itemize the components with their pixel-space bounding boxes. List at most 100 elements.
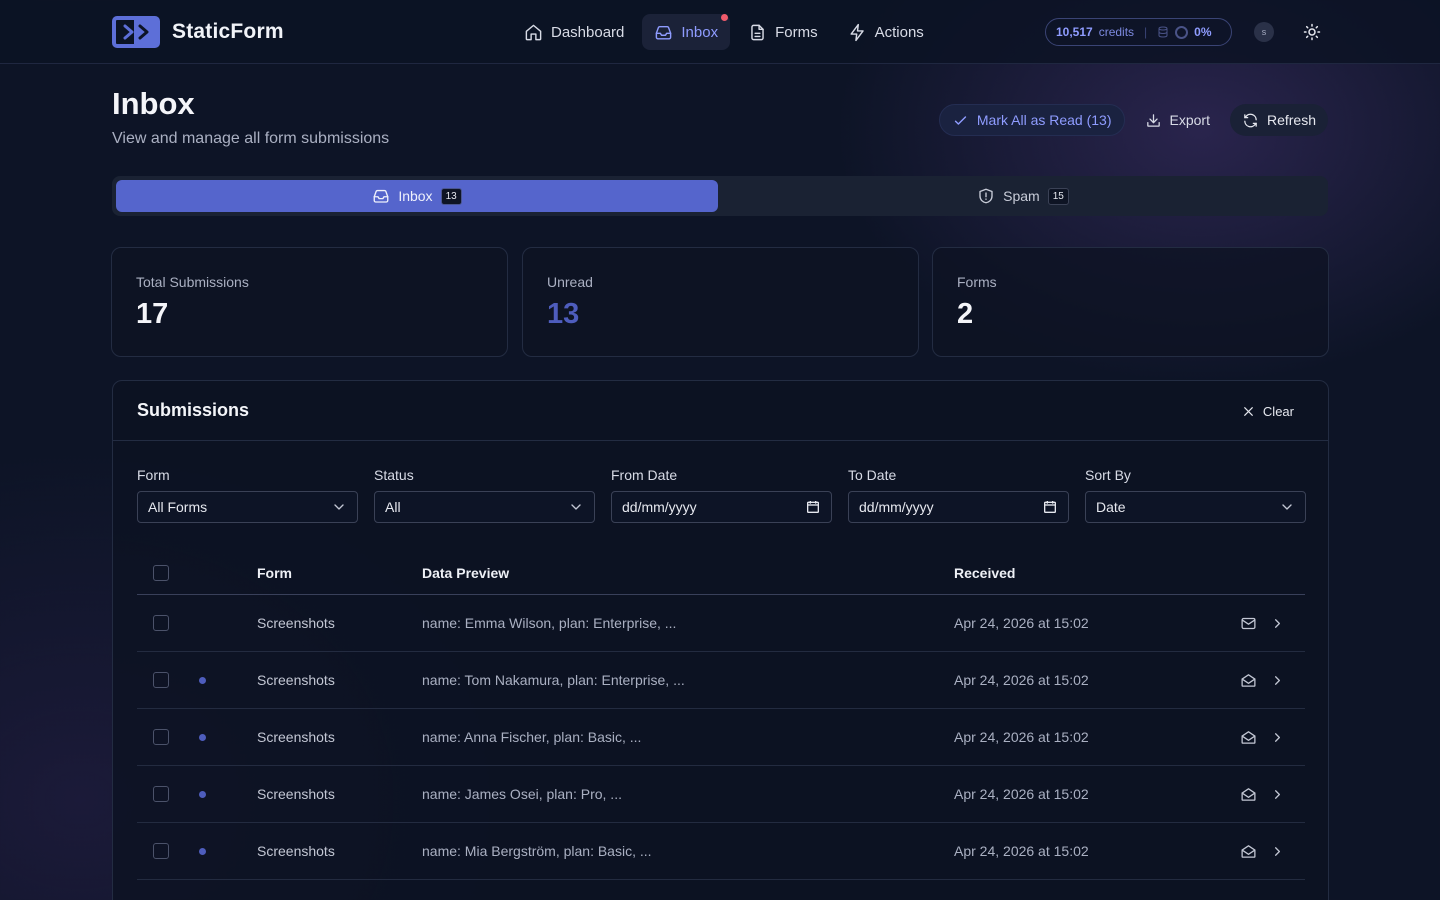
nav-item-actions[interactable]: Actions (836, 14, 936, 50)
clear-filters-button[interactable]: Clear (1232, 399, 1304, 423)
row-form-name: Screenshots (257, 843, 335, 859)
row-select-cell (153, 766, 169, 822)
theme-toggle-button[interactable] (1301, 21, 1323, 43)
row-received-date: Apr 24, 2026 at 15:02 (954, 615, 1089, 631)
mark-all-read-button[interactable]: Mark All as Read (13) (938, 104, 1125, 136)
table-row[interactable]: Screenshots name: Emma Wilson, plan: Ent… (137, 595, 1305, 652)
user-avatar[interactable]: s (1254, 22, 1274, 42)
row-checkbox[interactable] (153, 786, 169, 802)
table-row[interactable] (137, 880, 1305, 900)
submissions-panel: Submissions Clear Form All Forms Status … (112, 380, 1329, 900)
row-read-status[interactable] (1240, 823, 1257, 879)
tab-spam-count: 15 (1047, 187, 1069, 205)
database-icon (1158, 26, 1168, 38)
nav-item-label: Inbox (681, 23, 719, 41)
row-open[interactable] (1270, 595, 1285, 651)
filter-form-label: Form (137, 467, 170, 483)
table-row[interactable]: Screenshots name: Mia Bergström, plan: B… (137, 823, 1305, 880)
table-row[interactable]: Screenshots name: Tom Nakamura, plan: En… (137, 652, 1305, 709)
sun-icon (1303, 23, 1321, 41)
table-row[interactable]: Screenshots name: Anna Fischer, plan: Ba… (137, 709, 1305, 766)
column-header-form[interactable]: Form (257, 551, 292, 594)
row-open[interactable] (1270, 766, 1285, 822)
submissions-table: Form Data Preview Received Screenshots n… (137, 551, 1305, 900)
column-header-received[interactable]: Received (954, 551, 1015, 594)
chevron-down-icon (334, 504, 344, 510)
table-row[interactable]: Screenshots name: James Osei, plan: Pro,… (137, 766, 1305, 823)
row-checkbox[interactable] (153, 843, 169, 859)
filter-from-date-label: From Date (611, 467, 678, 483)
row-open[interactable] (1270, 823, 1285, 879)
row-checkbox[interactable] (153, 729, 169, 745)
row-select-cell (153, 880, 169, 900)
calendar-icon[interactable] (805, 499, 821, 515)
stat-value: 2 (957, 298, 974, 330)
to-date-input[interactable]: dd/mm/yyyy (848, 491, 1069, 523)
page-title: Inbox (112, 86, 195, 121)
refresh-button[interactable]: Refresh (1229, 104, 1328, 136)
row-form-name: Screenshots (257, 786, 335, 802)
clear-label: Clear (1262, 403, 1294, 419)
row-open[interactable] (1270, 709, 1285, 765)
select-all-checkbox[interactable] (153, 564, 169, 581)
row-open[interactable] (1270, 652, 1285, 708)
status-select[interactable]: All (374, 491, 595, 523)
stat-value: 17 (136, 298, 169, 330)
row-checkbox[interactable] (153, 672, 169, 688)
chevron-right-icon (1275, 846, 1280, 856)
row-read-status[interactable] (1240, 595, 1257, 651)
export-button[interactable]: Export (1133, 104, 1222, 136)
from-date-input[interactable]: dd/mm/yyyy (611, 491, 832, 523)
table-header-row: Form Data Preview Received (137, 551, 1305, 595)
form-select-value: All Forms (148, 499, 208, 515)
nav-item-inbox[interactable]: Inbox (642, 14, 731, 50)
submissions-title: Submissions (137, 400, 250, 420)
credits-separator: | (1144, 25, 1148, 39)
credits-pill[interactable]: 10,517 credits | 0% (1045, 18, 1232, 46)
staticform-logo-icon (112, 16, 160, 48)
chevron-right-icon (1275, 675, 1280, 685)
unread-dot (199, 790, 206, 798)
unread-indicator (199, 766, 206, 822)
main-nav: Dashboard Inbox Forms Actions (512, 14, 936, 50)
usage-ring-icon (1175, 25, 1189, 39)
nav-item-dashboard[interactable]: Dashboard (512, 14, 636, 50)
row-data-preview: name: Tom Nakamura, plan: Enterprise, ..… (422, 672, 685, 688)
download-icon (1146, 113, 1160, 127)
nav-item-label: Forms (775, 23, 818, 41)
stat-card-total-submissions: Total Submissions 17 (111, 247, 508, 357)
header-actions: Mark All as Read (13) Export Refresh (938, 104, 1328, 136)
chevron-right-icon (1275, 789, 1280, 799)
calendar-icon[interactable] (1042, 499, 1058, 515)
status-select-value: All (385, 499, 401, 515)
check-icon (954, 115, 967, 125)
credits-label: credits (1098, 25, 1135, 39)
row-read-status[interactable] (1240, 652, 1257, 708)
row-read-status[interactable] (1240, 766, 1257, 822)
inbox-icon (373, 189, 389, 203)
tab-spam[interactable]: Spam 15 (722, 180, 1324, 212)
row-received-date: Apr 24, 2026 at 15:02 (954, 672, 1089, 688)
tab-spam-label: Spam (1003, 188, 1040, 204)
brand[interactable]: StaticForm (112, 16, 284, 48)
to-date-value: dd/mm/yyyy (859, 499, 934, 515)
mail-closed-icon (1241, 617, 1256, 629)
credits-amount: 10,517 (1056, 25, 1093, 39)
unread-dot (199, 676, 206, 684)
filter-sort-by: Sort By Date (1085, 467, 1306, 523)
row-received-date: Apr 24, 2026 at 15:02 (954, 729, 1089, 745)
row-checkbox[interactable] (153, 615, 169, 631)
stat-label: Forms (957, 274, 997, 290)
row-data-preview: name: Mia Bergström, plan: Basic, ... (422, 843, 652, 859)
column-header-data-preview: Data Preview (422, 564, 510, 581)
select-all-cell (153, 551, 169, 594)
sort-by-select[interactable]: Date (1085, 491, 1306, 523)
row-received-date: Apr 24, 2026 at 15:02 (954, 843, 1089, 859)
chevron-right-icon (1275, 618, 1280, 628)
nav-item-forms[interactable]: Forms (736, 14, 830, 50)
shield-alert-icon (979, 188, 993, 204)
filter-form: Form All Forms (137, 467, 358, 523)
row-read-status[interactable] (1240, 709, 1257, 765)
form-select[interactable]: All Forms (137, 491, 358, 523)
tab-inbox[interactable]: Inbox 13 (116, 180, 718, 212)
